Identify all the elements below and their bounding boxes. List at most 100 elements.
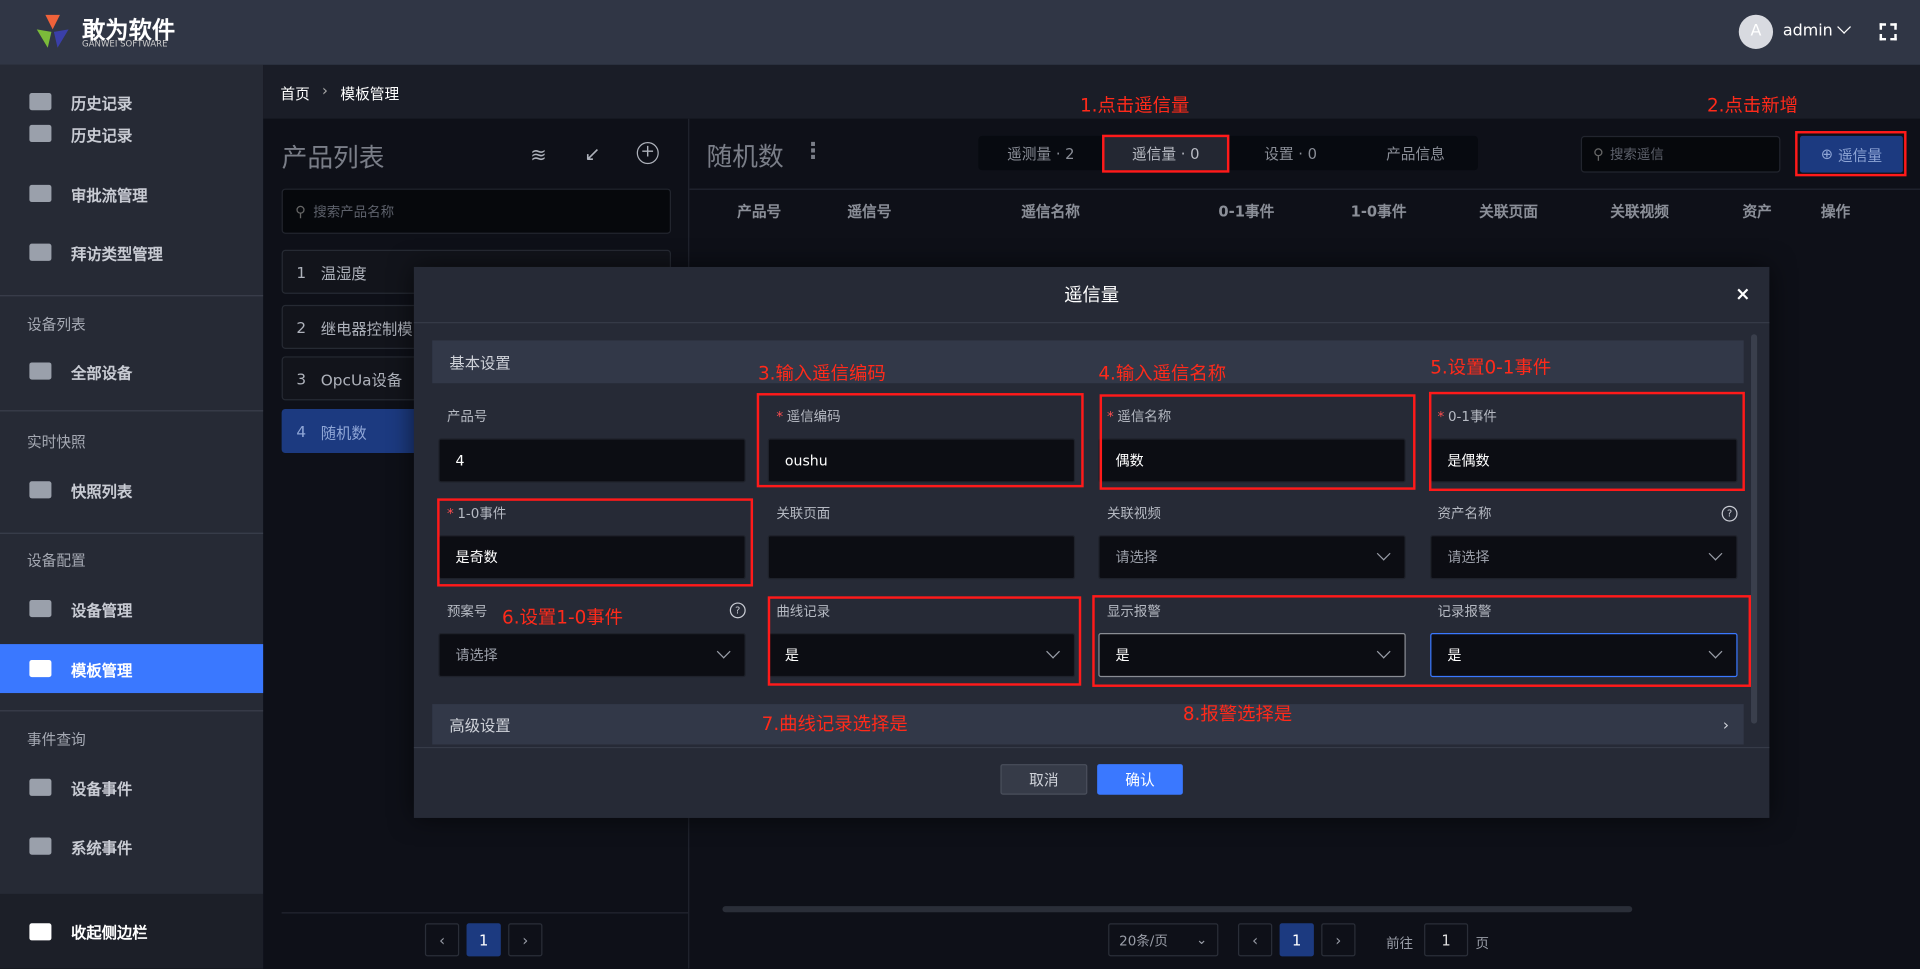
record-alarm-label: 记录报警	[1437, 603, 1492, 620]
show-alarm-label: 显示报警	[1106, 603, 1161, 620]
sidebar-item-label: 快照列表	[71, 481, 133, 501]
event01-field[interactable]: 是偶数	[1430, 438, 1738, 483]
search-icon: ⚲	[295, 202, 306, 220]
product-no-label: 产品号	[446, 408, 488, 425]
annotation-label: 3.输入遥信编码	[757, 362, 886, 385]
annotation-label: 8.报警选择是	[1182, 702, 1293, 725]
signal-search-input[interactable]: ⚲ 搜索遥信	[1580, 135, 1781, 173]
dialog-title: 遥信量	[413, 267, 1770, 324]
sidebar-item-device-events[interactable]: 设备事件	[0, 763, 263, 812]
top-header: 敢为软件 GANWEI SOFTWARE A admin	[0, 0, 1920, 65]
name-field[interactable]: 偶数	[1098, 438, 1406, 483]
goto-suffix: 页	[1475, 935, 1489, 952]
sidebar-item-device-manage[interactable]: 设备管理	[0, 584, 263, 633]
add-signal-button[interactable]: ⊕ 遥信量	[1800, 135, 1903, 173]
label-text: 遥信编码	[786, 408, 841, 425]
annotation-label: 4.输入遥信名称	[1098, 362, 1227, 385]
product-no-field[interactable]: 4	[438, 438, 746, 483]
close-icon[interactable]: ×	[1735, 283, 1750, 305]
breadcrumb-home[interactable]: 首页	[280, 83, 309, 104]
code-field[interactable]: oushu	[767, 438, 1076, 483]
sidebar-item-history-2[interactable]: 历史记录	[0, 109, 263, 158]
name-label: * 遥信名称	[1106, 408, 1172, 425]
label-text: 遥信名称	[1117, 408, 1172, 425]
next-page-button[interactable]: ›	[508, 923, 543, 957]
select-value: 请选择	[455, 646, 498, 664]
history-icon	[29, 93, 52, 111]
column-header: 1-0事件	[1350, 203, 1407, 221]
fullscreen-icon[interactable]	[1879, 23, 1897, 41]
sidebar: 历史记录 历史记录 审批流管理 拜访类型管理 设备列表 全部设备 实时快照 快照…	[0, 64, 264, 969]
import-icon[interactable]: ↙	[584, 142, 600, 165]
next-page-button[interactable]: ›	[1321, 923, 1356, 957]
sidebar-item-template-manage[interactable]: 模板管理	[0, 644, 264, 694]
page-1-button[interactable]: 1	[466, 923, 501, 957]
group-title: 设备配置	[26, 552, 86, 570]
chevron-down-icon	[1708, 644, 1723, 659]
add-label: 遥信量	[1837, 146, 1883, 164]
tab-product-info[interactable]: 产品信息	[1353, 136, 1478, 170]
sidebar-item-label: 设备管理	[71, 600, 133, 619]
page-size-value: 20条/页	[1119, 932, 1168, 949]
cancel-button[interactable]: 取消	[1000, 764, 1088, 795]
item-no: 4	[296, 421, 307, 441]
sidebar-item-snapshots[interactable]: 快照列表	[0, 465, 263, 514]
sidebar-item-label: 全部设备	[71, 363, 133, 382]
tab-telemetry[interactable]: 遥测量 · 2	[978, 136, 1103, 170]
sidebar-item-visit-type[interactable]: 拜访类型管理	[0, 228, 263, 277]
tab-telesignal[interactable]: 遥信量 · 0	[1103, 135, 1229, 171]
item-name: 随机数	[320, 423, 367, 442]
page-field[interactable]	[767, 535, 1076, 580]
plan-select[interactable]: 请选择	[438, 633, 746, 678]
sidebar-item-label: 设备事件	[71, 779, 133, 798]
tab-settings[interactable]: 设置 · 0	[1228, 136, 1353, 170]
page-1-button[interactable]: 1	[1279, 923, 1314, 957]
annotation-label: 5.设置0-1事件	[1430, 356, 1552, 379]
curve-select[interactable]: 是	[767, 633, 1076, 678]
layers-icon	[29, 837, 52, 855]
more-icon[interactable]: ⋮	[802, 138, 824, 164]
chevron-down-icon	[1376, 644, 1391, 659]
prev-page-button[interactable]: ‹	[424, 923, 460, 957]
avatar[interactable]: A	[1738, 14, 1774, 49]
help-icon[interactable]: ?	[1721, 505, 1738, 522]
prev-page-button[interactable]: ‹	[1237, 923, 1273, 957]
product-search-input[interactable]: ⚲ 搜索产品名称	[281, 188, 672, 234]
code-label: * 遥信编码	[776, 408, 841, 425]
detail-title: 随机数	[706, 142, 784, 172]
divider	[0, 532, 264, 534]
vertical-scrollbar[interactable]	[1751, 334, 1758, 724]
select-value: 请选择	[1447, 548, 1490, 566]
chevron-down-icon: ⌄	[1196, 931, 1208, 948]
page-size-select[interactable]: 20条/页 ⌄	[1108, 923, 1219, 957]
divider	[0, 710, 264, 712]
asset-select[interactable]: 请选择	[1430, 535, 1738, 580]
collapse-sidebar-button[interactable]: 收起侧边栏	[0, 893, 264, 969]
record-alarm-select[interactable]: 是	[1430, 633, 1738, 678]
product-list-title: 产品列表	[281, 143, 385, 173]
event10-field[interactable]: 是奇数	[438, 535, 746, 580]
sidebar-item-label: 系统事件	[71, 838, 133, 857]
confirm-button[interactable]: 确认	[1097, 764, 1183, 795]
sidebar-item-all-devices[interactable]: 全部设备	[0, 347, 263, 396]
video-select[interactable]: 请选择	[1098, 535, 1406, 580]
select-value: 请选择	[1115, 548, 1158, 566]
group-title: 设备列表	[26, 315, 86, 334]
user-menu[interactable]: admin	[1783, 22, 1833, 40]
advanced-settings-header[interactable]: 高级设置 ›	[432, 704, 1744, 745]
select-value: 是	[1115, 646, 1130, 664]
chevron-down-icon[interactable]	[1837, 20, 1852, 34]
add-product-icon[interactable]: +	[636, 142, 659, 165]
sidebar-item-label: 审批流管理	[71, 185, 148, 204]
search-placeholder: 搜索产品名称	[313, 203, 395, 220]
sidebar-item-approval[interactable]: 审批流管理	[0, 169, 263, 218]
goto-page-input[interactable]: 1	[1424, 923, 1469, 957]
horizontal-scrollbar[interactable]	[722, 906, 1633, 913]
collapse-menu-icon	[29, 922, 52, 940]
group-title: 事件查询	[26, 731, 86, 749]
layers-icon[interactable]: ≋	[530, 143, 546, 166]
help-icon[interactable]: ?	[729, 602, 746, 619]
group-title: 实时快照	[26, 433, 86, 451]
sidebar-item-system-events[interactable]: 系统事件	[0, 822, 263, 871]
show-alarm-select[interactable]: 是	[1098, 633, 1406, 678]
